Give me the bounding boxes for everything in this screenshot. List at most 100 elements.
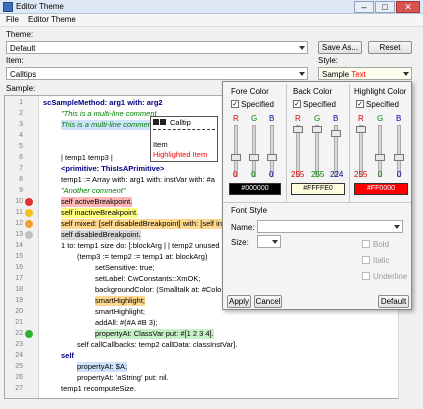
- breakpoint-icon[interactable]: [25, 209, 33, 217]
- highlight-b-value: 0: [397, 170, 402, 179]
- style-select[interactable]: Sample Text: [318, 67, 412, 80]
- default-button[interactable]: Default: [378, 295, 409, 308]
- highlight-r-label: R: [358, 114, 364, 123]
- chevron-down-icon: [403, 72, 409, 76]
- breakpoint-icon[interactable]: [25, 198, 33, 206]
- calltip-highlighted-item: Highlighted Item: [153, 150, 208, 159]
- sample-label: Sample:: [6, 84, 36, 93]
- breakpoint-icon[interactable]: [25, 231, 33, 239]
- code-text: self inactiveBreakpoint.: [61, 208, 139, 218]
- fore-specified-checkbox[interactable]: ✓: [231, 100, 239, 108]
- theme-select-value: Default: [10, 44, 36, 53]
- code-text: self disabledBreakpoint.: [61, 230, 141, 240]
- italic-checkbox[interactable]: [362, 256, 370, 264]
- code-text: self callCallbacks: temp2 callData: clas…: [77, 340, 238, 349]
- back-b-value: 224: [330, 170, 344, 179]
- style-editor-panel: Fore Color ✓ Specified R G B 0 0 0 #0000…: [222, 81, 412, 310]
- cancel-button[interactable]: Cancel: [254, 295, 282, 308]
- highlight-g-label: G: [377, 114, 384, 123]
- line-number: 12: [15, 220, 23, 227]
- chevron-down-icon: [299, 72, 305, 76]
- calltip-divider: [153, 129, 215, 130]
- fore-color-swatch[interactable]: #000000: [229, 183, 281, 195]
- theme-select[interactable]: Default: [6, 41, 308, 54]
- style-text-word: Text: [351, 70, 366, 79]
- highlight-b-thumb[interactable]: [394, 154, 404, 161]
- line-number: 7: [19, 165, 23, 172]
- font-name-select[interactable]: [257, 220, 403, 233]
- code-text: setLabel: CwConstants::XmOK;: [95, 274, 201, 283]
- bold-checkbox[interactable]: [362, 240, 370, 248]
- fore-b-thumb[interactable]: [267, 154, 277, 161]
- menu-file[interactable]: File: [6, 15, 19, 24]
- maximize-button[interactable]: □: [375, 1, 395, 13]
- code-text: smartHighlight;: [95, 307, 146, 316]
- line-number: 4: [19, 132, 23, 139]
- highlight-g-thumb[interactable]: [375, 154, 385, 161]
- code-line[interactable]: 27 temp1 recomputeSize.: [5, 384, 408, 394]
- item-select[interactable]: Calltips: [6, 67, 308, 80]
- menu-editor-theme[interactable]: Editor Theme: [28, 15, 76, 24]
- line-number: 8: [19, 176, 23, 183]
- back-specified-checkbox[interactable]: ✓: [293, 100, 301, 108]
- code-line[interactable]: 26 propertyAt: 'aString' put: nil.: [5, 373, 408, 383]
- app-icon: [3, 2, 13, 12]
- fore-r-value: 0: [233, 170, 238, 179]
- line-number: 18: [15, 286, 23, 293]
- back-g-thumb[interactable]: [312, 126, 322, 133]
- code-text: self mixed: [self disabledBreakpoint] wi…: [61, 219, 227, 229]
- close-button[interactable]: ✕: [396, 1, 420, 13]
- code-text: self: [61, 351, 74, 360]
- font-size-select[interactable]: [257, 235, 281, 248]
- code-text: smartHighlight;: [95, 296, 146, 306]
- back-color-swatch[interactable]: #FFFFE0: [291, 183, 345, 195]
- back-g-value: 255: [311, 170, 325, 179]
- font-size-label: Size:: [231, 238, 249, 247]
- theme-label: Theme:: [6, 30, 34, 39]
- apply-button[interactable]: Apply: [227, 295, 251, 308]
- back-r-value: 255: [291, 170, 305, 179]
- code-text: addAll: #(#A #B 3);: [95, 318, 158, 327]
- arrow-down-icon[interactable]: [160, 119, 166, 125]
- code-line[interactable]: 21 addAll: #(#A #B 3);: [5, 318, 408, 328]
- line-number: 21: [15, 319, 23, 326]
- code-line[interactable]: 23 self callCallbacks: temp2 callData: cl…: [5, 340, 408, 350]
- code-line[interactable]: 24 self: [5, 351, 408, 361]
- highlight-g-value: 0: [378, 170, 383, 179]
- highlight-specified-checkbox[interactable]: ✓: [356, 100, 364, 108]
- code-text: setSensitive: true;: [95, 263, 155, 272]
- back-b-thumb[interactable]: [331, 130, 341, 137]
- line-number: 1: [19, 99, 23, 106]
- breakpoint-icon[interactable]: [25, 330, 33, 338]
- underline-checkbox[interactable]: [362, 272, 370, 280]
- fore-g-value: 0: [251, 170, 256, 179]
- line-number: 2: [19, 110, 23, 117]
- reset-button[interactable]: Reset: [368, 41, 412, 54]
- line-number: 20: [15, 308, 23, 315]
- save-as-button[interactable]: Save As...: [318, 41, 362, 54]
- title-bar: Editor Theme – □ ✕: [0, 0, 423, 14]
- arrow-up-icon[interactable]: [153, 119, 159, 125]
- code-line[interactable]: 22 propertyAt: ClassVar put: #[1 2 3 4].: [5, 329, 408, 339]
- minimize-button[interactable]: –: [354, 1, 374, 13]
- breakpoint-icon[interactable]: [25, 220, 33, 228]
- item-select-value: Calltips: [10, 70, 37, 79]
- back-specified-label: Specified: [303, 100, 336, 109]
- line-number: 11: [15, 209, 23, 216]
- fore-g-label: G: [251, 114, 258, 123]
- code-text: (temp3 := temp2 := temp1 at: blockArg): [77, 252, 208, 261]
- fore-r-thumb[interactable]: [231, 154, 241, 161]
- fore-g-thumb[interactable]: [249, 154, 259, 161]
- highlight-r-thumb[interactable]: [356, 126, 366, 133]
- code-text: temp1 := Array with: arg1 with: instVar …: [61, 175, 215, 184]
- line-number: 26: [15, 374, 23, 381]
- code-text: propertyAt: ClassVar put: #[1 2 3 4].: [95, 329, 214, 339]
- code-line[interactable]: 25 propertyAt: $A;: [5, 362, 408, 372]
- highlight-color-swatch[interactable]: #FF0000: [354, 183, 408, 195]
- line-number: 17: [15, 275, 23, 282]
- line-number: 23: [15, 341, 23, 348]
- back-r-thumb[interactable]: [293, 126, 303, 133]
- back-r-label: R: [295, 114, 301, 123]
- line-number: 24: [15, 352, 23, 359]
- code-text: propertyAt: 'aString' put: nil.: [77, 373, 169, 382]
